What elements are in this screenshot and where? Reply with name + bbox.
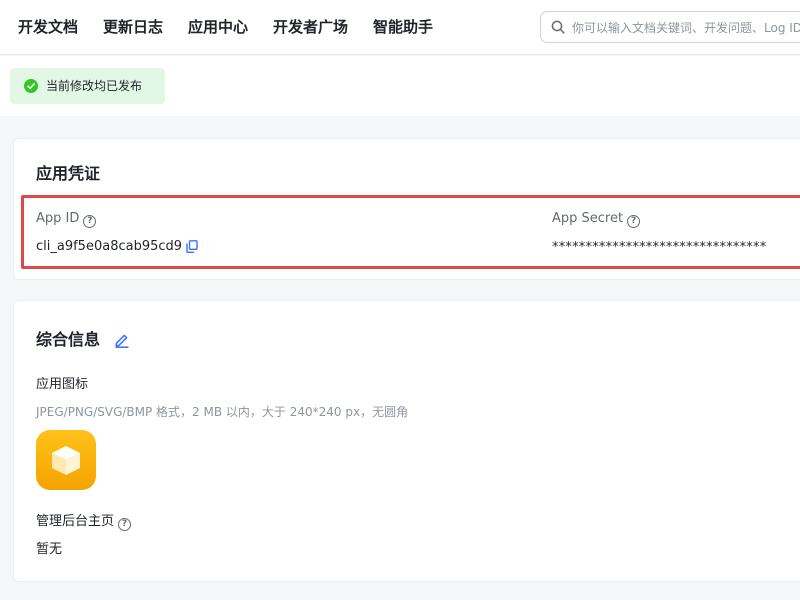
- search-input[interactable]: [572, 18, 800, 38]
- nav-ai-assistant[interactable]: 智能助手: [373, 17, 433, 37]
- app-icon-label: 应用图标: [36, 377, 89, 392]
- app-secret-value: ********************************: [552, 240, 767, 255]
- help-circle-icon[interactable]: ?: [83, 215, 97, 228]
- credentials-card: 应用凭证 App ID? cli_a9f5e0a8cab95cd9 App Se…: [13, 138, 800, 280]
- app-id-label-text: App ID: [36, 211, 80, 226]
- admin-homepage-label: 管理后台主页?: [36, 513, 132, 531]
- copy-icon[interactable]: [186, 240, 198, 253]
- status-band: 当前修改均已发布: [0, 56, 800, 116]
- publish-status-badge: 当前修改均已发布: [10, 68, 165, 104]
- cube-icon: [52, 446, 80, 475]
- app-id-value: cli_a9f5e0a8cab95cd9: [36, 239, 183, 254]
- publish-status-text: 当前修改均已发布: [46, 79, 143, 93]
- admin-homepage-value: 暂无: [36, 542, 63, 557]
- help-circle-icon[interactable]: ?: [118, 518, 132, 531]
- app-icon-hint: JPEG/PNG/SVG/BMP 格式，2 MB 以内，大于 240*240 p…: [36, 405, 409, 419]
- general-info-title: 综合信息: [36, 330, 101, 349]
- app-secret-label-text: App Secret: [552, 211, 624, 226]
- help-circle-icon[interactable]: ?: [627, 215, 641, 228]
- edit-pencil-icon[interactable]: [114, 332, 130, 348]
- credentials-title: 应用凭证: [36, 164, 101, 183]
- check-circle-icon: [24, 79, 38, 93]
- credentials-highlight: [21, 195, 800, 269]
- app-secret-label: App Secret?: [552, 210, 641, 228]
- search-box[interactable]: [540, 11, 800, 43]
- nav-app-center[interactable]: 应用中心: [188, 17, 248, 37]
- top-nav: 开发文档 更新日志 应用中心 开发者广场 智能助手: [0, 0, 800, 55]
- app-icon-image[interactable]: [36, 430, 96, 490]
- nav-dev-square[interactable]: 开发者广场: [273, 17, 348, 37]
- admin-homepage-label-text: 管理后台主页: [36, 514, 115, 529]
- app-id-label: App ID?: [36, 210, 97, 228]
- search-icon: [551, 20, 565, 34]
- nav-dev-docs[interactable]: 开发文档: [18, 17, 78, 37]
- general-info-card: 综合信息 应用图标 JPEG/PNG/SVG/BMP 格式，2 MB 以内，大于…: [13, 300, 800, 582]
- nav-changelog[interactable]: 更新日志: [103, 17, 163, 37]
